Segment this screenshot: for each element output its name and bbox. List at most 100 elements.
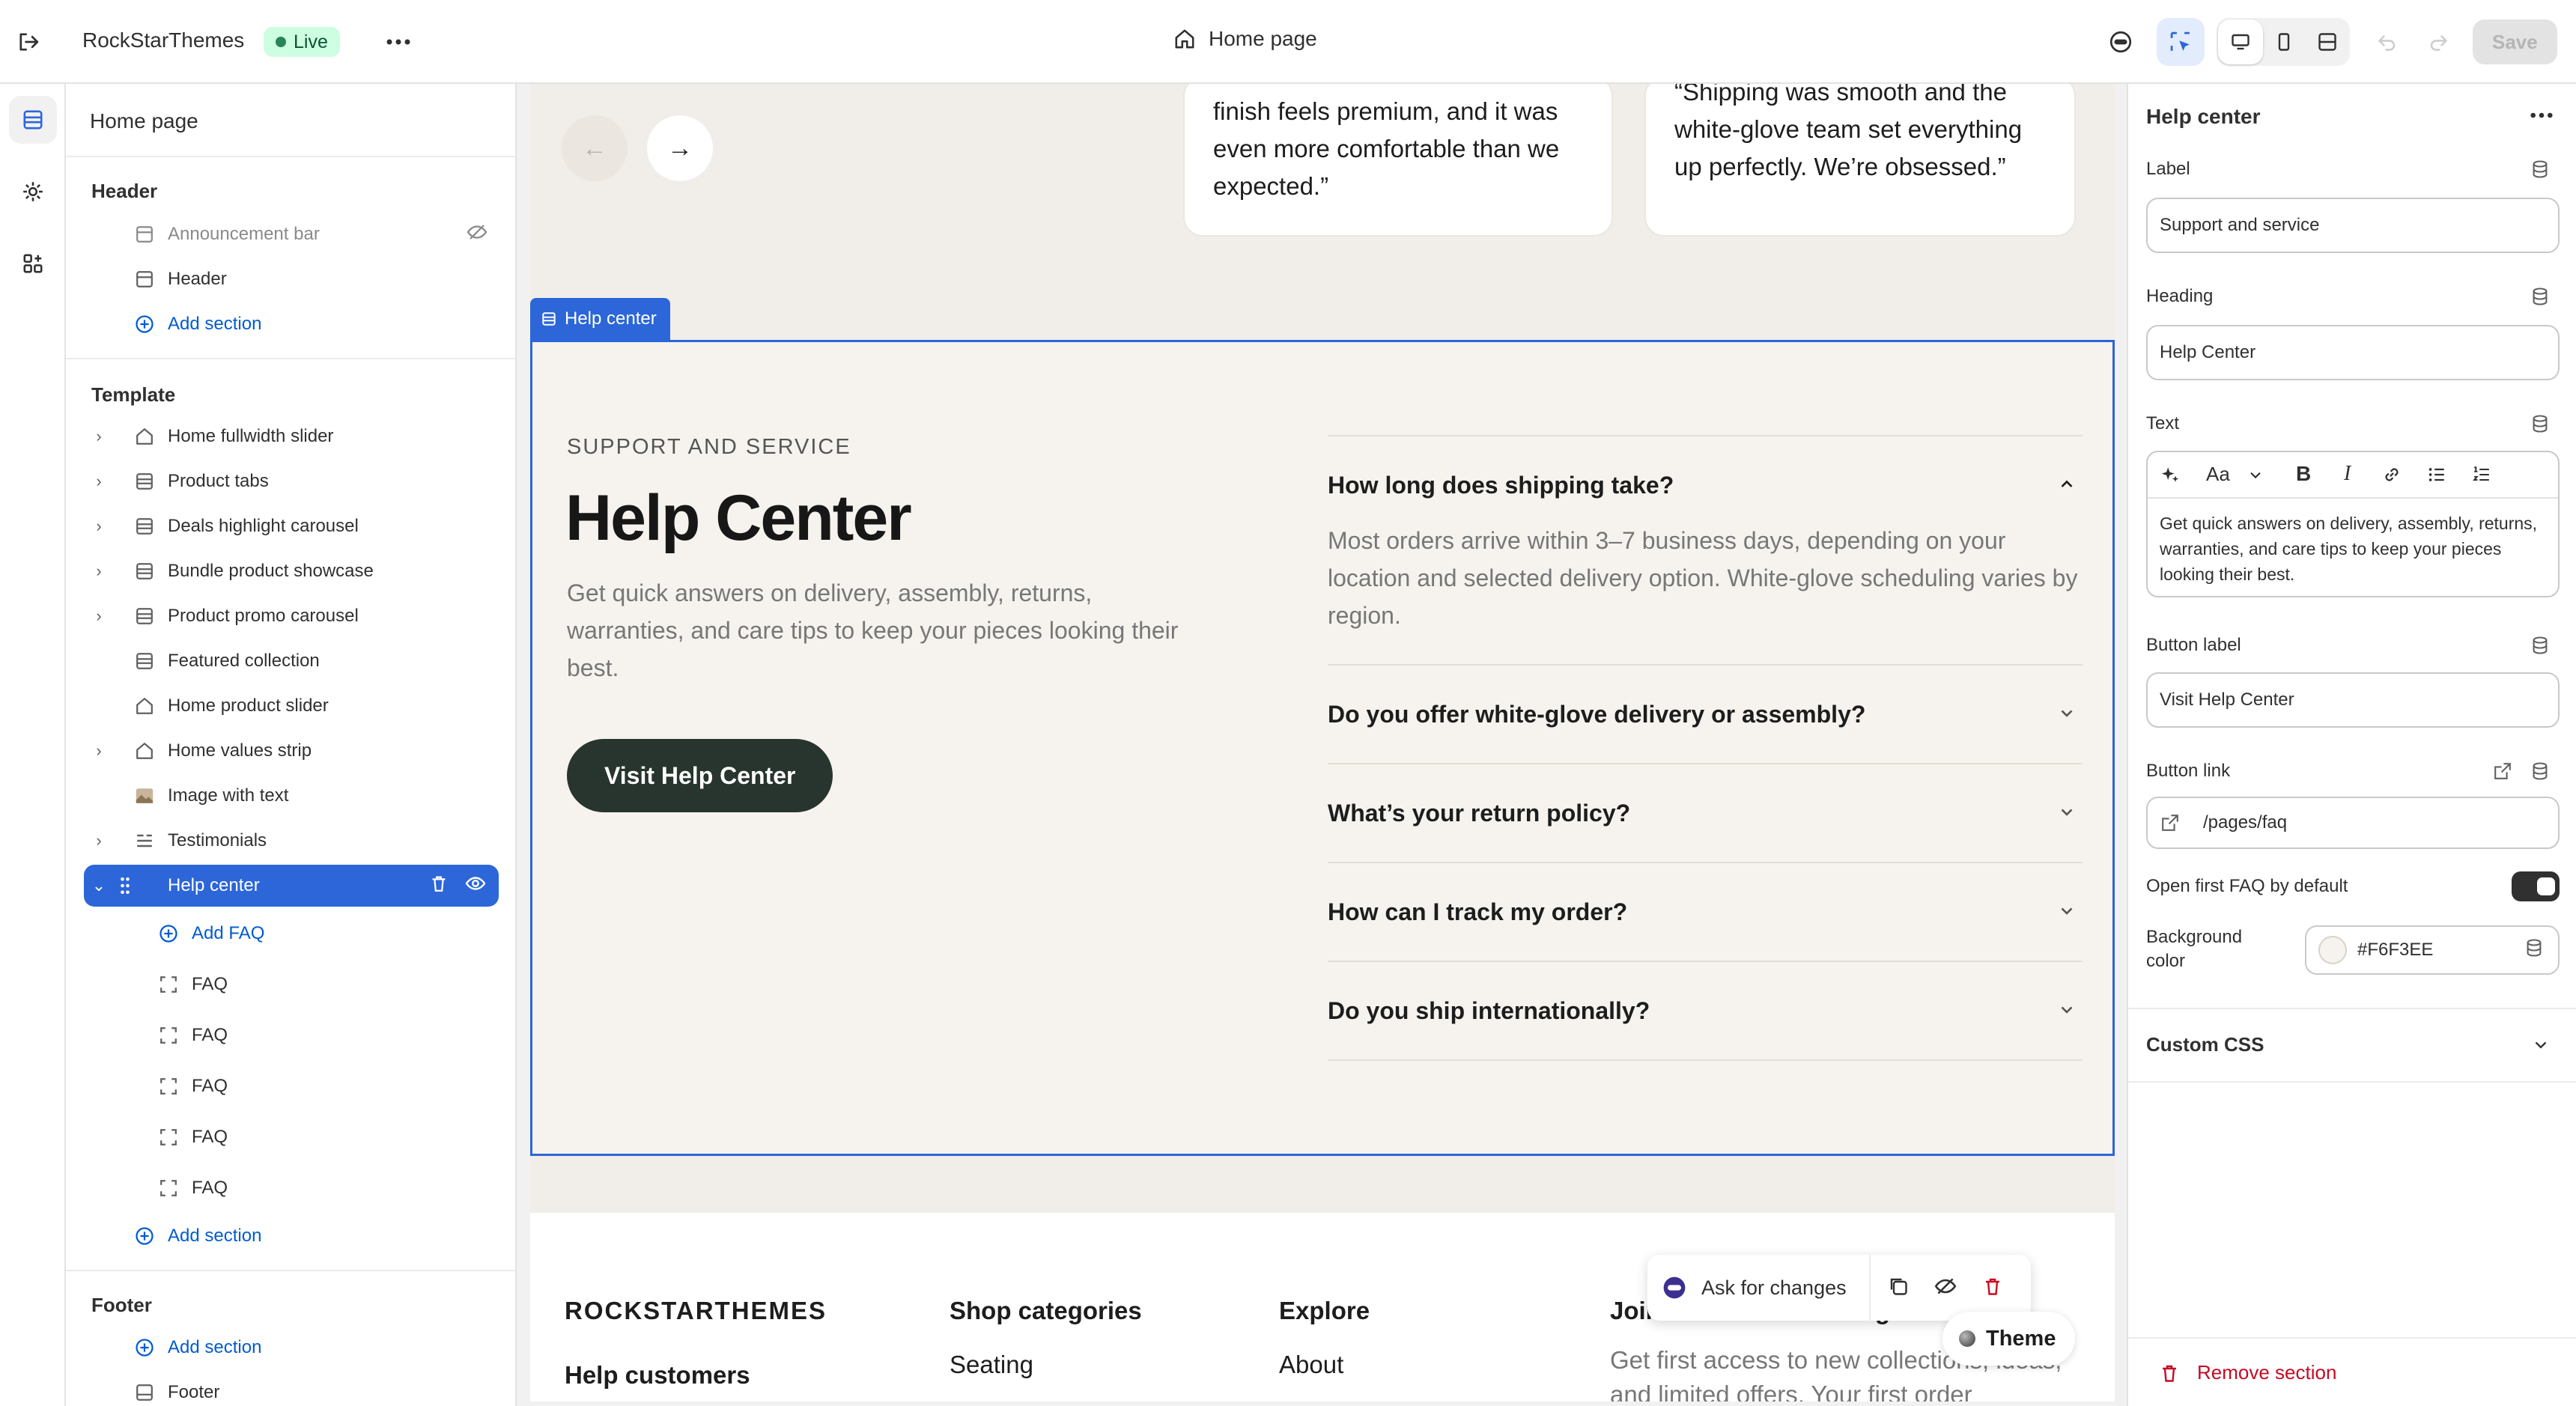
footer-link[interactable]: Seating	[950, 1351, 1142, 1379]
faq-question[interactable]: How can I track my order?	[1328, 863, 2083, 961]
dynamic-source-icon[interactable]	[2530, 286, 2551, 311]
settings-gear-icon[interactable]	[9, 168, 57, 216]
sidebar-item-announcement-bar[interactable]: Announcement bar	[84, 213, 499, 255]
chevron-right-icon[interactable]: ›	[91, 606, 106, 626]
trash-icon[interactable]	[428, 873, 449, 899]
faq-block-item[interactable]: FAQ	[84, 1014, 499, 1056]
eye-icon[interactable]	[464, 872, 487, 900]
color-swatch[interactable]	[2318, 936, 2347, 964]
theme-button[interactable]: Theme	[1942, 1312, 2076, 1366]
external-link-icon[interactable]	[2492, 761, 2513, 785]
redo-icon[interactable]	[2414, 18, 2462, 66]
more-options-icon[interactable]	[2530, 109, 2554, 123]
undo-icon[interactable]	[2363, 18, 2411, 66]
faq-item[interactable]: How long does shipping take? Most orders…	[1328, 435, 2083, 664]
sidebar-item-home-fullwidth-slider[interactable]: › Home fullwidth slider	[84, 416, 499, 457]
add-faq-button[interactable]: Add FAQ	[84, 913, 499, 955]
faq-item[interactable]: Do you ship internationally?	[1328, 961, 2083, 1059]
faq-item[interactable]: How can I track my order?	[1328, 862, 2083, 961]
font-size-icon[interactable]: Aa	[2206, 463, 2230, 486]
chevron-down-icon[interactable]	[2057, 802, 2077, 825]
section-tag[interactable]: Help center	[530, 298, 670, 340]
dynamic-source-icon[interactable]	[2530, 761, 2551, 785]
chevron-down-icon[interactable]	[2057, 999, 2077, 1023]
faq-block-item[interactable]: FAQ	[84, 964, 499, 1005]
background-color-input[interactable]: #F6F3EE	[2305, 925, 2560, 975]
button-label-input[interactable]: Visit Help Center	[2146, 672, 2560, 728]
chevron-down-icon[interactable]	[2531, 1035, 2551, 1058]
add-section-button[interactable]: Add section	[84, 1327, 499, 1369]
chevron-right-icon[interactable]: ›	[91, 831, 106, 850]
custom-css-toggle[interactable]: Custom CSS	[2146, 1033, 2264, 1056]
faq-question[interactable]: Do you offer white-glove delivery or ass…	[1328, 666, 2083, 763]
chevron-right-icon[interactable]: ›	[91, 741, 106, 761]
help-center-section[interactable]: SUPPORT AND SERVICE Help Center Get quic…	[530, 340, 2115, 1156]
faq-block-item[interactable]: FAQ	[84, 1167, 499, 1209]
faq-item[interactable]: Do you offer white-glove delivery or ass…	[1328, 664, 2083, 763]
sidebar-item-home-product-slider[interactable]: Home product slider	[84, 685, 499, 727]
footer-link[interactable]: About	[1279, 1351, 1370, 1379]
desktop-view-icon[interactable]	[2218, 19, 2263, 64]
ai-assistant-icon[interactable]	[2097, 18, 2145, 66]
faq-question[interactable]: What’s your return policy?	[1328, 764, 2083, 862]
text-rich-editor-content[interactable]: Get quick answers on delivery, assembly,…	[2148, 499, 2558, 596]
page-selector[interactable]: Home page	[1173, 27, 1317, 51]
sidebar-item-home-values-strip[interactable]: › Home values strip	[84, 730, 499, 772]
add-section-button[interactable]: Add section	[84, 1215, 499, 1257]
sidebar-item-product-promo-carousel[interactable]: › Product promo carousel	[84, 595, 499, 637]
link-icon[interactable]	[2381, 464, 2402, 489]
text-rich-editor[interactable]: Aa B I Get quick answers on delivery, as…	[2146, 451, 2560, 597]
more-options-icon[interactable]	[374, 18, 422, 66]
trash-icon[interactable]	[1981, 1275, 2004, 1301]
sidebar-item-header[interactable]: Header	[84, 258, 499, 300]
sidebar-item-image-with-text[interactable]: Image with text	[84, 775, 499, 817]
hidden-eye-icon[interactable]	[466, 221, 488, 249]
mobile-view-icon[interactable]	[2261, 19, 2306, 64]
visit-help-center-button[interactable]: Visit Help Center	[567, 739, 833, 812]
sidebar-item-featured-collection[interactable]: Featured collection	[84, 640, 499, 682]
sections-icon[interactable]	[9, 96, 57, 144]
dynamic-source-icon[interactable]	[2524, 937, 2545, 964]
chevron-down-icon[interactable]: ⌄	[91, 876, 106, 895]
sidebar-item-bundle-product-showcase[interactable]: › Bundle product showcase	[84, 550, 499, 592]
faq-item[interactable]: What’s your return policy?	[1328, 763, 2083, 862]
sidebar-item-deals-highlight-carousel[interactable]: › Deals highlight carousel	[84, 505, 499, 547]
sidebar-item-testimonials[interactable]: › Testimonials	[84, 820, 499, 862]
duplicate-icon[interactable]	[1887, 1275, 1910, 1301]
ai-sparkle-icon[interactable]	[2160, 464, 2181, 489]
hide-eye-icon[interactable]	[1933, 1274, 1957, 1302]
prev-arrow-button[interactable]: ←	[562, 115, 628, 181]
fullscreen-view-icon[interactable]	[2305, 19, 2350, 64]
numbered-list-icon[interactable]	[2471, 464, 2492, 489]
apps-icon[interactable]	[9, 240, 57, 287]
open-first-faq-toggle[interactable]	[2512, 871, 2560, 901]
bold-icon[interactable]: B	[2296, 462, 2311, 486]
remove-section-button[interactable]: Remove section	[2158, 1361, 2336, 1384]
chevron-down-icon[interactable]	[2057, 703, 2077, 726]
label-input[interactable]: Support and service	[2146, 198, 2560, 253]
faq-block-item[interactable]: FAQ	[84, 1065, 499, 1107]
faq-block-item[interactable]: FAQ	[84, 1116, 499, 1158]
chevron-right-icon[interactable]: ›	[91, 562, 106, 581]
next-arrow-button[interactable]: →	[647, 115, 713, 181]
chevron-down-icon[interactable]	[2057, 901, 2077, 924]
chevron-right-icon[interactable]: ›	[91, 517, 106, 536]
add-section-button[interactable]: Add section	[84, 303, 499, 345]
save-button[interactable]: Save	[2473, 19, 2557, 64]
ask-for-changes-button[interactable]: Ask for changes	[1647, 1255, 1871, 1321]
store-name[interactable]: RockStarThemes	[82, 28, 244, 52]
exit-icon[interactable]	[4, 18, 52, 66]
chevron-up-icon[interactable]	[2057, 474, 2077, 497]
faq-question[interactable]: How long does shipping take?	[1328, 436, 2083, 534]
button-link-input[interactable]: /pages/faq	[2146, 797, 2560, 849]
dynamic-source-icon[interactable]	[2530, 159, 2551, 183]
sidebar-item-help-center[interactable]: ⌄ Help center	[84, 865, 499, 907]
bullet-list-icon[interactable]	[2426, 464, 2447, 489]
drag-handle-icon[interactable]	[114, 874, 136, 897]
chevron-right-icon[interactable]: ›	[91, 427, 106, 446]
chevron-down-icon[interactable]	[2247, 466, 2264, 487]
sidebar-item-footer[interactable]: Footer	[84, 1372, 499, 1406]
italic-icon[interactable]: I	[2344, 462, 2351, 486]
heading-input[interactable]: Help Center	[2146, 325, 2560, 380]
dynamic-source-icon[interactable]	[2530, 635, 2551, 660]
